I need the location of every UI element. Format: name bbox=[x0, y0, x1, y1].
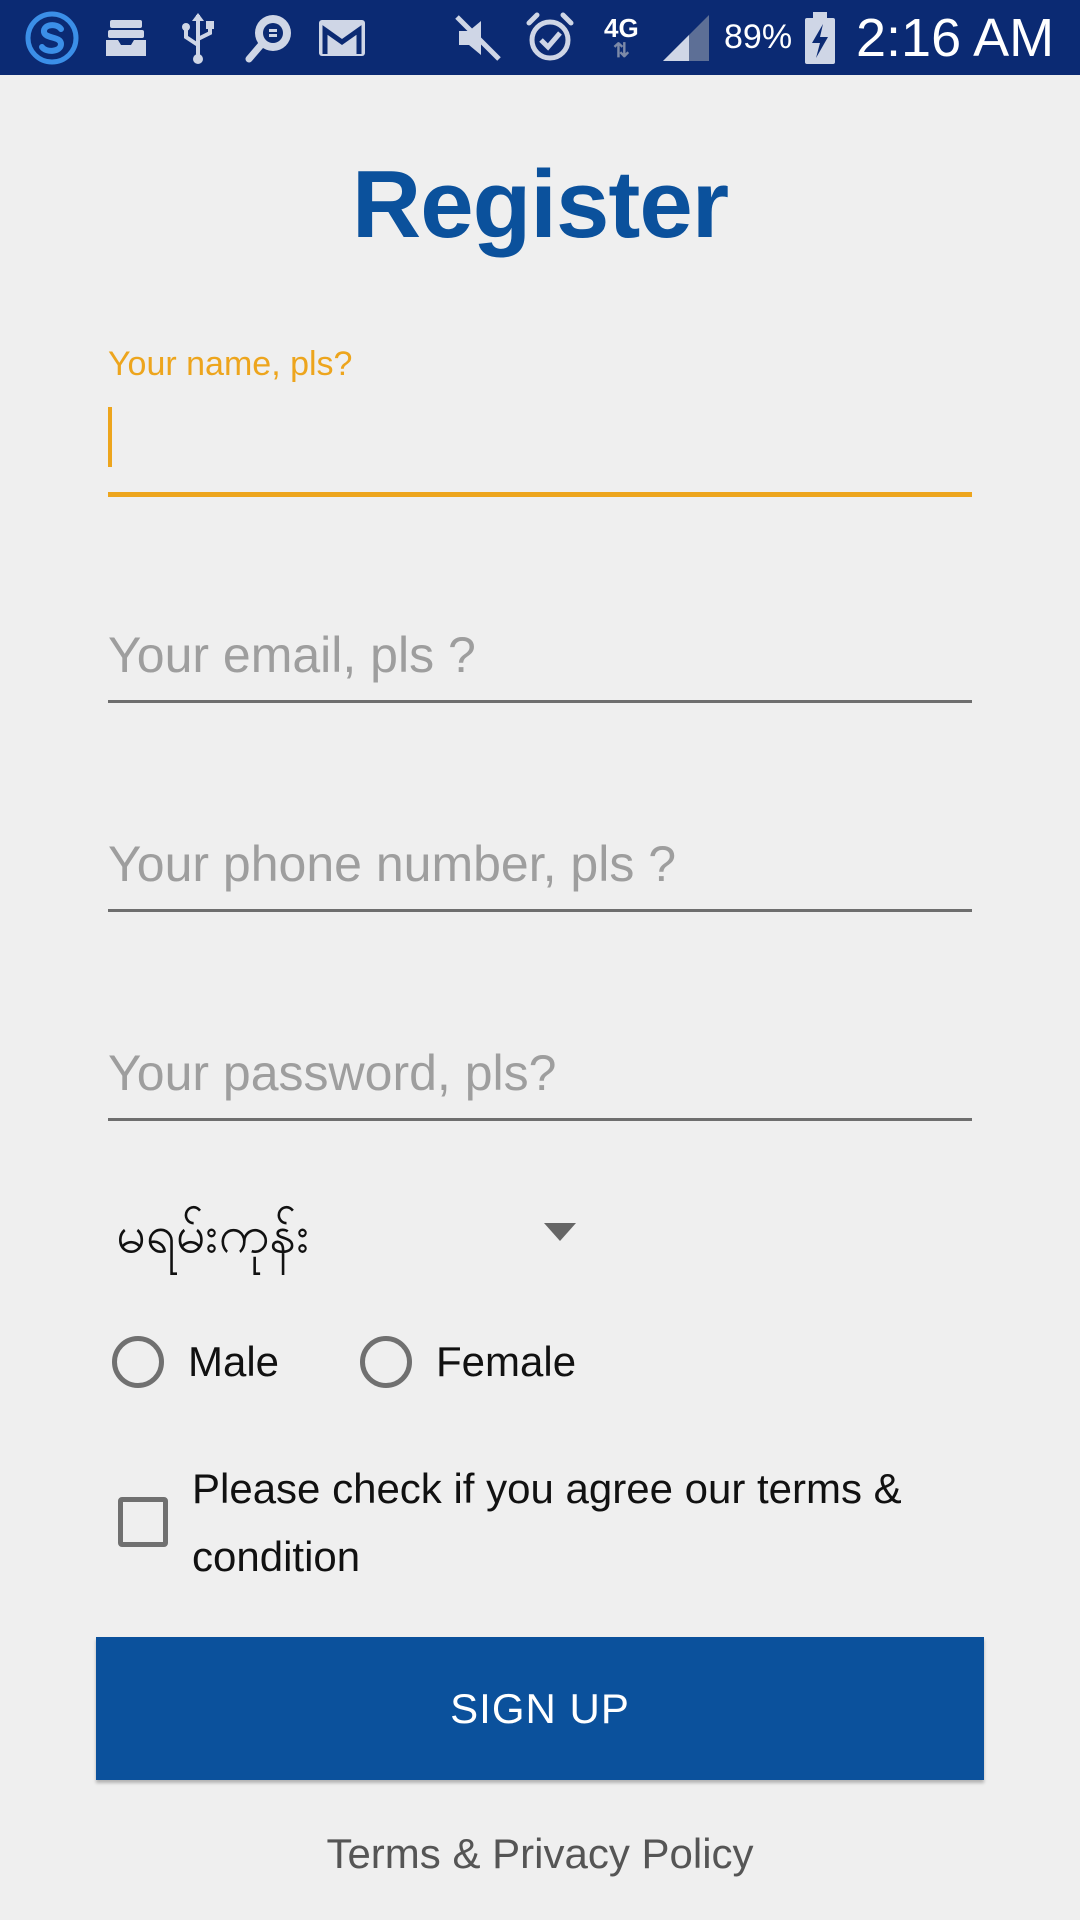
radio-male-label: Male bbox=[188, 1338, 280, 1385]
name-input[interactable] bbox=[108, 407, 972, 467]
email-field[interactable] bbox=[108, 620, 972, 705]
password-input[interactable] bbox=[108, 1038, 972, 1108]
password-field-underline bbox=[108, 1118, 972, 1121]
region-dropdown[interactable]: မရမ်းကုန်း bbox=[108, 1195, 588, 1275]
network-type-label: 4G bbox=[604, 12, 639, 43]
usb-icon bbox=[168, 8, 228, 68]
radio-male-circle[interactable] bbox=[112, 1336, 164, 1388]
status-time: 2:16 AM bbox=[856, 7, 1055, 68]
phone-input[interactable] bbox=[108, 829, 972, 899]
gmail-icon bbox=[312, 8, 372, 68]
dropdown-arrow-icon bbox=[544, 1223, 576, 1241]
radio-female[interactable]: Female bbox=[360, 1330, 576, 1394]
region-selected-value: မရမ်းကုန်း bbox=[116, 1206, 310, 1264]
terms-checkbox[interactable] bbox=[118, 1497, 168, 1547]
inbox-tray-icon bbox=[96, 8, 156, 68]
email-field-underline bbox=[108, 700, 972, 703]
radio-female-circle[interactable] bbox=[360, 1336, 412, 1388]
email-input[interactable] bbox=[108, 620, 972, 690]
chat-search-icon bbox=[240, 8, 300, 68]
password-field[interactable] bbox=[108, 1038, 972, 1123]
network-4g-icon: 4G ⇅ bbox=[604, 12, 639, 62]
alarm-icon bbox=[520, 8, 580, 68]
phone-field-underline bbox=[108, 909, 972, 912]
signal-icon bbox=[656, 8, 716, 68]
radio-male[interactable]: Male bbox=[112, 1330, 279, 1394]
name-field-underline bbox=[108, 492, 972, 497]
sign-up-button[interactable]: SIGN UP bbox=[96, 1637, 984, 1780]
terms-privacy-link[interactable]: Terms & Privacy Policy bbox=[0, 1830, 1080, 1878]
phone-field[interactable] bbox=[108, 829, 972, 914]
skype-icon bbox=[22, 8, 82, 68]
battery-percent: 89% bbox=[724, 18, 793, 56]
name-field[interactable]: Your name, pls? bbox=[108, 345, 972, 500]
radio-female-label: Female bbox=[436, 1338, 577, 1385]
name-field-label: Your name, pls? bbox=[108, 345, 353, 383]
status-bar: 4G ⇅ 89% 2:16 AM bbox=[0, 0, 1080, 75]
mute-icon bbox=[448, 8, 508, 68]
terms-checkbox-label: Please check if you agree our terms & co… bbox=[192, 1465, 902, 1580]
page-title: Register bbox=[351, 151, 729, 258]
battery-charging-icon bbox=[800, 8, 840, 68]
